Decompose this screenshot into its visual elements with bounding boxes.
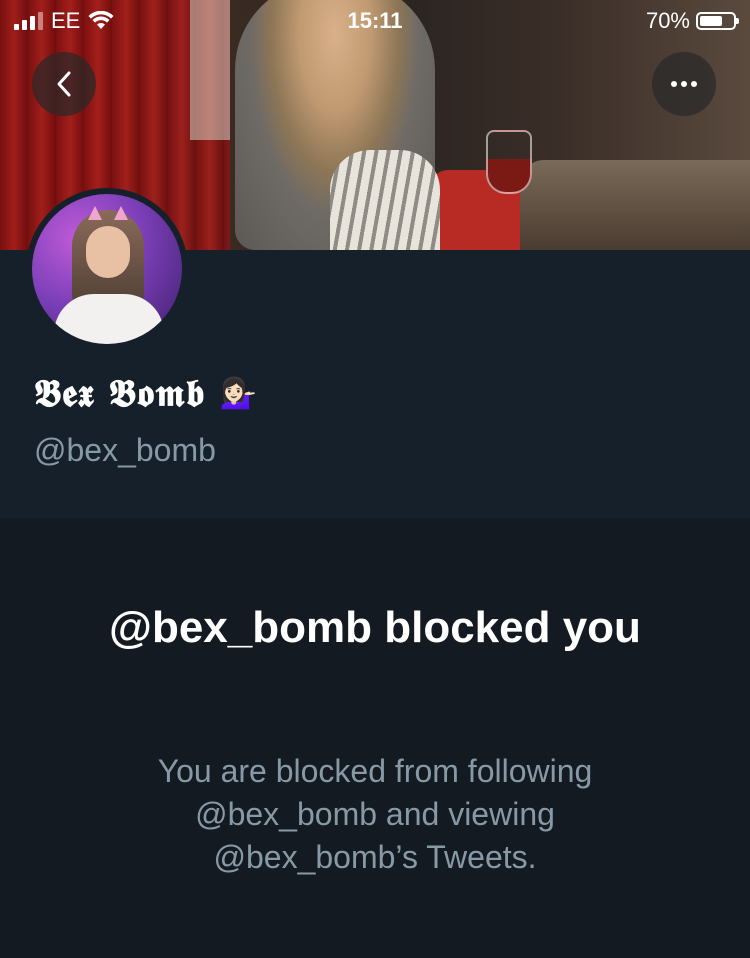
- profile-handle: @bex_bomb: [34, 432, 216, 468]
- more-options-button[interactable]: [652, 52, 716, 116]
- status-right: 70%: [645, 8, 739, 34]
- blocked-title: @bex_bomb blocked you: [109, 603, 641, 652]
- display-name-text: 𝕭𝖊𝖝 𝕭𝖔𝖒𝖇: [34, 370, 206, 415]
- blocked-description: You are blocked from following @bex_bomb…: [157, 753, 593, 875]
- battery-fill: [700, 16, 722, 26]
- back-button[interactable]: [32, 52, 96, 116]
- battery-percent: 70%: [645, 8, 690, 33]
- avatar-image: [32, 194, 182, 344]
- more-horizontal-icon: [671, 81, 697, 87]
- banner-blanket: [330, 150, 440, 250]
- status-time: 15:11: [347, 8, 403, 33]
- display-name: 𝕭𝖊𝖝 𝕭𝖔𝖒𝖇 💁🏻‍♀️: [34, 370, 258, 416]
- banner-wine-glass: [486, 130, 532, 194]
- avatar[interactable]: [26, 188, 188, 350]
- blocked-message-section: @bex_bomb blocked you You are blocked fr…: [0, 518, 750, 958]
- status-bar: EE 15:11 70%: [0, 0, 750, 40]
- chevron-left-icon: [57, 71, 71, 97]
- battery-icon: [696, 12, 739, 30]
- banner-couch: [520, 160, 750, 250]
- person-tipping-hand-icon: 💁🏻‍♀️: [219, 375, 258, 411]
